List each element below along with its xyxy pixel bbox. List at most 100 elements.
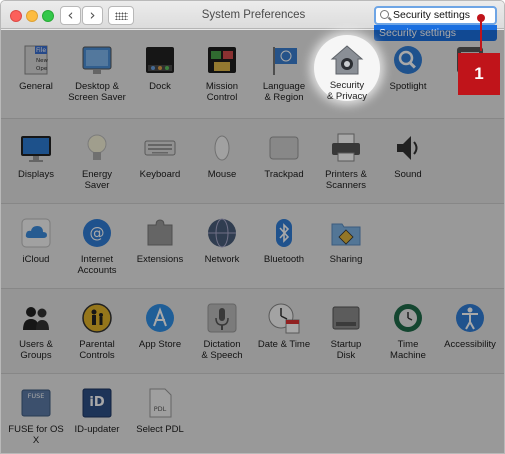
pane-disk[interactable]: Startup Disk [314,301,378,361]
pane-label: Sound [394,169,422,180]
pane-label: Bluetooth [263,254,305,265]
pane-label: Parental Controls [79,339,115,361]
pane-label: Dock [149,81,171,92]
pane-label: ID-updater [74,424,120,435]
pane-app-store[interactable]: App Store [128,301,192,350]
pane-id-updater[interactable]: iD ID-updater [65,386,129,435]
pane-pdl[interactable]: PDL Select PDL [128,386,192,435]
search-value: Security settings [393,9,471,21]
pane-keyboard[interactable]: Keyboard [128,131,192,180]
zoom-window-button[interactable] [42,10,54,22]
dock-icon [143,43,177,77]
desktop-icon [80,43,114,77]
forward-button[interactable]: › [82,6,103,25]
pane-icloud[interactable]: iCloud [4,216,68,265]
bluetooth-icon [267,216,301,250]
general-icon: File New Ope [19,43,53,77]
pane-users[interactable]: Users & Groups [4,301,68,361]
bulb-icon [80,131,114,165]
parental-icon [80,301,114,335]
step-callout-badge: 1 [458,53,500,95]
pane-accessibility[interactable]: Accessibility [438,301,502,350]
svg-text:Ope: Ope [36,66,48,72]
pane-label: Desktop & Screen Saver [68,81,126,103]
pane-desktop[interactable]: Desktop & Screen Saver [65,43,129,103]
svg-text:iD: iD [89,395,104,410]
pane-general[interactable]: File New Ope General [4,43,68,92]
pane-bluetooth[interactable]: Bluetooth [252,216,316,265]
pane-parental[interactable]: Parental Controls [65,301,129,361]
id-updater-icon: iD [80,386,114,420]
pane-label: Sharing [329,254,363,265]
close-window-button[interactable] [10,10,22,22]
window-title: System Preferences [201,9,306,21]
at-sign-icon: @ [80,216,114,250]
pane-globe[interactable]: Network [190,216,254,265]
disk-icon [329,301,363,335]
pane-label: Dictation & Speech [201,339,243,361]
back-button[interactable]: ‹ [60,6,81,25]
mission-control-icon [205,43,239,77]
callout-line [480,18,482,51]
chevron-right-icon: › [89,6,96,24]
toolbar: ‹ › System Preferences Security settings… [1,1,504,41]
users-icon [19,301,53,335]
pane-mission-control[interactable]: Mission Control [190,43,254,103]
keyboard-icon [143,131,177,165]
sharing-folder-icon [329,216,363,250]
pane-label: App Store [138,339,182,350]
pane-label: Displays [18,169,54,180]
pane-label: Accessibility [444,339,496,350]
pane-fuse[interactable]: FUSE FUSE for OS X [4,386,68,446]
pane-label: Printers & Scanners [325,169,367,191]
pane-clock-calendar[interactable]: Date & Time [252,301,316,350]
svg-text:FUSE: FUSE [28,392,45,400]
pane-label: General [19,81,53,92]
pane-dock[interactable]: Dock [128,43,192,92]
spotlight-icon [391,43,425,77]
pane-trackpad[interactable]: Trackpad [252,131,316,180]
pane-microphone[interactable]: Dictation & Speech [190,301,254,361]
app-store-icon [143,301,177,335]
pane-printer[interactable]: Printers & Scanners [314,131,378,191]
accessibility-icon [453,301,487,335]
minimize-window-button[interactable] [26,10,38,22]
pane-label: Internet Accounts [77,254,117,276]
pane-label: Users & Groups [19,339,53,361]
pane-label: Select PDL [136,424,184,435]
pane-bulb[interactable]: Energy Saver [65,131,129,191]
security-house-icon [330,43,364,77]
pane-at-sign[interactable]: @ Internet Accounts [65,216,129,276]
show-all-button[interactable] [108,6,134,25]
trackpad-icon [267,131,301,165]
microphone-icon [205,301,239,335]
pane-label: Time Machine [390,339,426,361]
pane-label: Language & Region [262,81,306,103]
pane-label: FUSE for OS X [8,424,64,446]
pane-label: Mouse [207,169,237,180]
pane-puzzle[interactable]: Extensions [128,216,192,265]
displays-icon [19,131,53,165]
pane-time-machine[interactable]: Time Machine [376,301,440,361]
svg-text:New: New [36,58,48,64]
printer-icon [329,131,363,165]
pane-mouse[interactable]: Mouse [190,131,254,180]
pane-label: Energy Saver [81,169,113,191]
chevron-left-icon: ‹ [67,6,74,24]
search-icon [380,10,389,19]
pdl-icon: PDL [143,386,177,420]
globe-icon [205,216,239,250]
pane-language-flag[interactable]: Language & Region [252,43,316,103]
pane-spotlight[interactable]: Spotlight [376,43,440,92]
spotlight-highlight[interactable]: Security & Privacy [314,35,380,102]
system-preferences-window: ‹ › System Preferences Security settings… [0,0,505,454]
pane-speaker[interactable]: Sound [376,131,440,180]
grid-icon [115,12,128,20]
pane-label: Trackpad [264,169,304,180]
pane-displays[interactable]: Displays [4,131,68,180]
pane-sharing-folder[interactable]: Sharing [314,216,378,265]
pane-label: Network [204,254,240,265]
pane-label: Extensions [136,254,184,265]
svg-text:@: @ [90,224,105,242]
pane-label: Date & Time [257,339,311,350]
